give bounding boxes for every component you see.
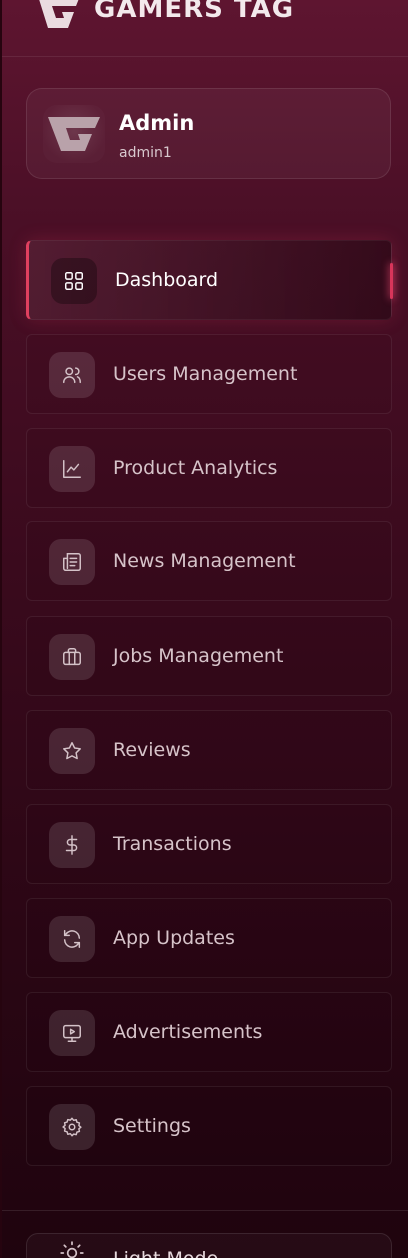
nav-item-news-management[interactable]: News Management — [26, 521, 392, 601]
nav-icon-box — [51, 258, 97, 304]
nav-icon-box — [49, 539, 95, 585]
nav-label: Reviews — [113, 739, 191, 761]
profile-name: Admin — [119, 111, 195, 135]
avatar — [43, 105, 105, 163]
brand-name: GAMERS TAG — [94, 0, 295, 24]
theme-toggle-button[interactable]: Light Mode — [26, 1233, 392, 1258]
newspaper-icon — [63, 553, 81, 571]
nav-icon-box — [49, 1104, 95, 1150]
nav-item-transactions[interactable]: Transactions — [26, 804, 392, 884]
nav-label: App Updates — [113, 927, 235, 949]
nav-icon-box — [49, 1010, 95, 1056]
nav-label: Transactions — [113, 833, 232, 855]
nav-label: Product Analytics — [113, 457, 278, 479]
gamers-tag-logo — [48, 117, 100, 151]
nav-item-jobs-management[interactable]: Jobs Management — [26, 616, 392, 696]
nav-label: News Management — [113, 550, 296, 572]
sidebar-divider — [2, 1210, 408, 1211]
sidebar: GAMERS TAG Admin admin1 Dashboard Users … — [0, 0, 408, 1258]
nav-icon-box — [49, 728, 95, 774]
nav-icon-box — [49, 822, 95, 868]
nav-label: Settings — [113, 1115, 191, 1137]
nav-item-settings[interactable]: Settings — [26, 1086, 392, 1166]
nav-icon-box — [49, 446, 95, 492]
monitor-play-icon — [63, 1024, 81, 1042]
nav-icon-box — [49, 916, 95, 962]
nav-icon-box — [49, 352, 95, 398]
theme-toggle-label: Light Mode — [113, 1248, 218, 1258]
gear-icon — [62, 1117, 82, 1137]
nav-item-dashboard[interactable]: Dashboard — [26, 240, 393, 320]
briefcase-icon — [63, 648, 81, 666]
gamers-tag-logo — [39, 0, 79, 28]
nav-label: Dashboard — [115, 269, 219, 291]
nav-item-advertisements[interactable]: Advertisements — [26, 992, 392, 1072]
line-chart-icon — [63, 460, 81, 478]
refresh-icon — [63, 930, 81, 948]
nav-item-app-updates[interactable]: App Updates — [26, 898, 392, 978]
nav-icon-box — [49, 634, 95, 680]
star-icon — [63, 742, 81, 760]
profile-card[interactable]: Admin admin1 — [26, 88, 391, 179]
nav-label: Users Management — [113, 363, 298, 385]
users-icon — [63, 367, 81, 384]
nav-label: Advertisements — [113, 1021, 263, 1043]
nav-item-product-analytics[interactable]: Product Analytics — [26, 428, 392, 508]
nav-item-users-management[interactable]: Users Management — [26, 334, 392, 414]
sidebar-header: GAMERS TAG — [2, 0, 408, 57]
dollar-icon — [65, 835, 78, 855]
nav-item-reviews[interactable]: Reviews — [26, 710, 392, 790]
nav-label: Jobs Management — [113, 645, 284, 667]
profile-username: admin1 — [119, 145, 172, 161]
dashboard-grid-icon — [65, 272, 83, 290]
sun-icon — [60, 1241, 84, 1258]
